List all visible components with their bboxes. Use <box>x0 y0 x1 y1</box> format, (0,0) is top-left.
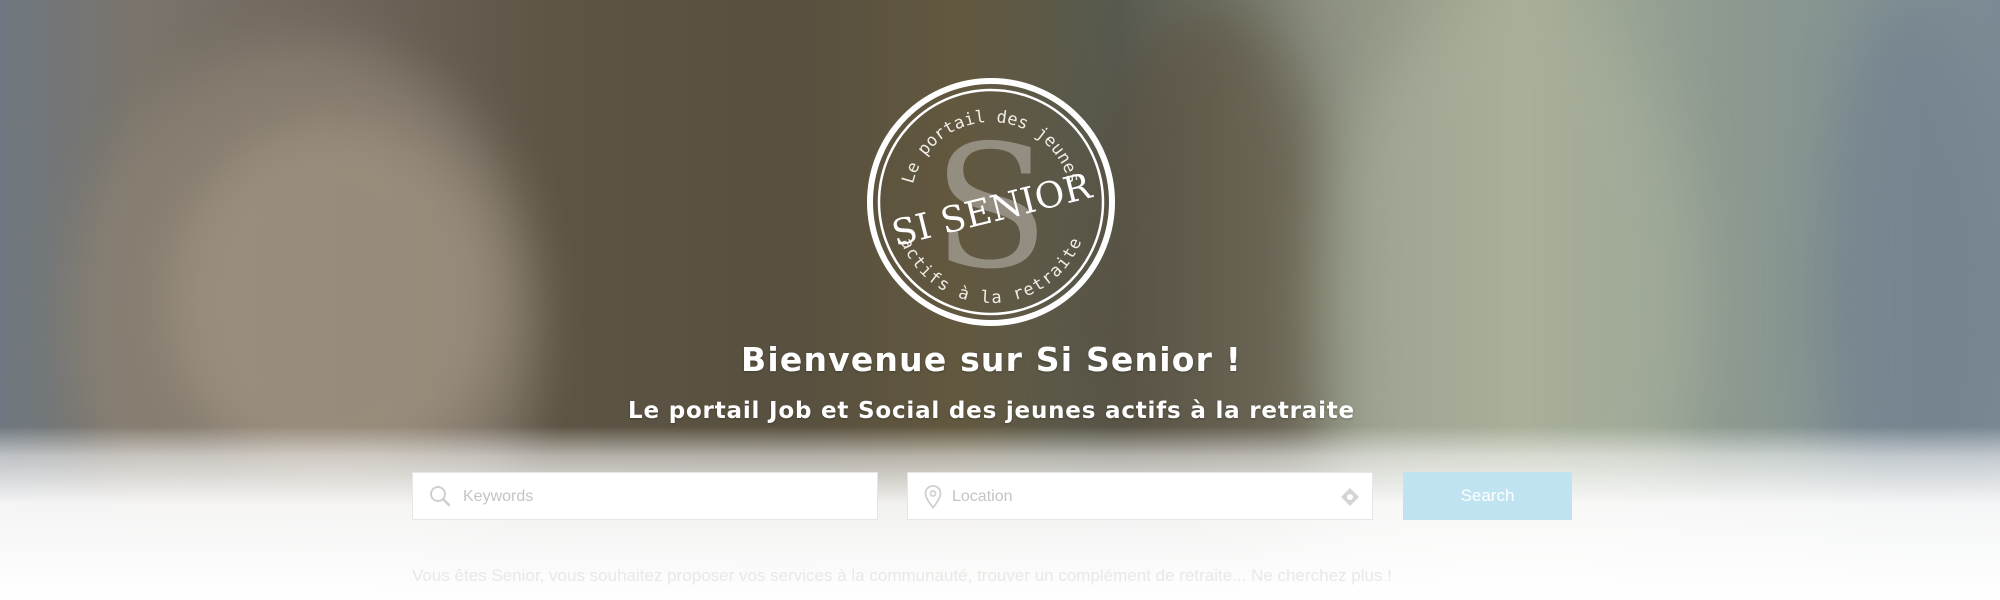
page-title: Bienvenue sur Si Senior ! <box>741 340 1242 379</box>
location-field[interactable] <box>907 472 1373 521</box>
map-pin-icon <box>924 485 942 509</box>
page-subtitle: Le portail Job et Social des jeunes acti… <box>628 398 1355 424</box>
search-button[interactable]: Search <box>1403 472 1572 520</box>
intro-text: Vous êtes Senior, vous souhaitez propose… <box>412 566 1392 585</box>
keywords-input[interactable] <box>461 473 845 521</box>
si-senior-logo: S Le portail des jeunes actifs à la retr… <box>867 78 1115 326</box>
locate-me-icon[interactable] <box>1340 487 1360 507</box>
keywords-field[interactable] <box>412 472 878 521</box>
search-icon <box>430 486 451 507</box>
location-input[interactable] <box>950 473 1334 521</box>
